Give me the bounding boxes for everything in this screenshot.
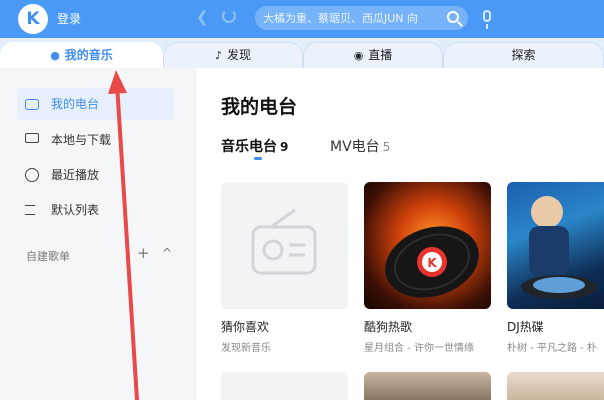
playlist-icon <box>25 205 35 215</box>
card-subtitle: 星月组合 - 许你一世情缘 <box>364 343 474 354</box>
radio-card-cover-partial[interactable] <box>221 372 348 400</box>
dj-turntable-image <box>521 196 597 299</box>
tab-discover[interactable]: ♪ 发现 <box>163 42 303 68</box>
radio-cover-image[interactable] <box>507 182 604 309</box>
sidebar: 我的电台 本地与下载 最近播放 默认列表 自建歌单 + ^ <box>0 68 196 400</box>
collapse-chevron-icon[interactable]: ^ <box>162 246 172 260</box>
custom-playlist-heading: 自建歌单 <box>26 250 70 263</box>
search-icon[interactable] <box>447 11 459 23</box>
search-box <box>255 6 468 30</box>
page-title: 我的电台 <box>221 96 298 118</box>
kugou-logo-icon[interactable]: K <box>18 4 48 34</box>
tab-label: 直播 <box>368 48 393 62</box>
refresh-icon[interactable] <box>222 9 236 23</box>
sidebar-item-label: 我的电台 <box>51 97 100 111</box>
live-icon: ◉ <box>353 49 364 62</box>
subtab-music-radio[interactable]: 音乐电台 9 <box>221 136 288 156</box>
sidebar-item-my-radio[interactable]: 我的电台 <box>17 88 174 120</box>
card-title: 酷狗热歌 <box>364 320 413 334</box>
card-subtitle: 朴树 - 平凡之路 - 朴 <box>507 343 597 354</box>
tab-label: 发现 <box>227 48 252 62</box>
sidebar-item-label: 最近播放 <box>51 168 100 182</box>
radio-card-cover-partial[interactable] <box>507 372 604 400</box>
vinyl-record-icon: K <box>385 226 479 298</box>
subtab-mv-radio[interactable]: MV电台 5 <box>330 136 390 156</box>
top-bar: K 登录 ❮ <box>0 0 604 38</box>
tab-my-music[interactable]: ● 我的音乐 <box>0 42 163 68</box>
subtab-label: 音乐电台 <box>221 139 277 155</box>
svg-text:K: K <box>427 256 437 270</box>
sidebar-item-default-list[interactable]: 默认列表 <box>17 194 174 226</box>
radio-placeholder-icon <box>251 208 317 275</box>
login-button[interactable]: 登录 <box>57 10 81 27</box>
sidebar-item-local-download[interactable]: 本地与下载 <box>17 124 174 156</box>
radio-card[interactable]: 猜你喜欢 发现新音乐 <box>221 182 348 354</box>
radio-card[interactable]: K 酷狗热歌 星月组合 - 许你一世情缘 <box>364 182 491 354</box>
subtab-label: MV电台 <box>330 139 380 155</box>
card-title: 猜你喜欢 <box>221 320 270 334</box>
search-input[interactable] <box>263 6 441 30</box>
tab-explore[interactable]: 探索 <box>443 42 604 68</box>
card-subtitle: 发现新音乐 <box>221 343 271 354</box>
tab-label: 探索 <box>511 48 536 62</box>
add-playlist-icon[interactable]: + <box>137 244 150 262</box>
user-icon: ● <box>50 49 60 62</box>
active-subtab-indicator <box>254 157 262 160</box>
radio-card[interactable]: DJ热碟 朴树 - 平凡之路 - 朴 <box>507 182 604 354</box>
radio-cover-image[interactable]: K <box>364 182 491 309</box>
radio-cover-image[interactable] <box>221 182 348 309</box>
radio-icon <box>25 99 39 110</box>
subtab-count: 9 <box>280 140 289 154</box>
sidebar-item-recent[interactable]: 最近播放 <box>17 159 174 191</box>
sidebar-item-label: 本地与下载 <box>51 133 112 147</box>
clock-icon <box>25 168 39 182</box>
card-title: DJ热碟 <box>507 320 544 334</box>
main-tab-bar: ● 我的音乐 ♪ 发现 ◉ 直播 探索 <box>0 38 604 68</box>
subtab-count: 5 <box>382 140 391 154</box>
back-arrow-icon[interactable]: ❮ <box>196 8 209 26</box>
music-note-icon: ♪ <box>214 49 222 62</box>
microphone-icon[interactable] <box>483 10 491 29</box>
sidebar-item-label: 默认列表 <box>51 203 100 217</box>
tab-label: 我的音乐 <box>64 48 113 62</box>
monitor-icon <box>25 133 39 143</box>
tab-live[interactable]: ◉ 直播 <box>303 42 443 68</box>
radio-card-cover-partial[interactable] <box>364 372 491 400</box>
